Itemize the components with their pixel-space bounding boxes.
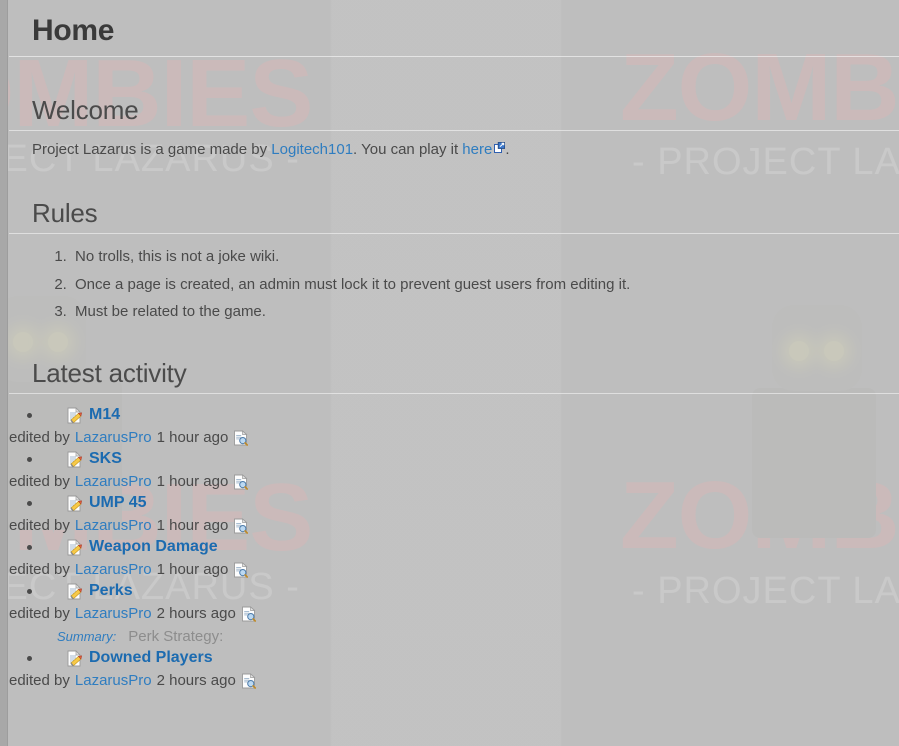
edit-document-pencil-icon <box>66 538 83 556</box>
activity-page-link[interactable]: M14 <box>89 406 120 424</box>
activity-timestamp: 1 hour ago <box>156 429 229 447</box>
edited-by-label: edited by <box>9 672 70 690</box>
bullet-marker <box>27 457 32 463</box>
list-item: Downed Players edited by LazarusPro 2 ho… <box>9 647 899 689</box>
summary-text: Perk Strategy: <box>128 628 224 646</box>
activity-summary: Summary: Perk Strategy: <box>47 622 899 645</box>
list-item: UMP 45 edited by LazarusPro 1 hour ago <box>9 492 899 534</box>
bullet-marker <box>27 589 32 595</box>
edit-document-pencil-icon <box>66 450 83 468</box>
activity-timestamp: 1 hour ago <box>156 473 229 491</box>
activity-title-row: UMP 45 <box>47 492 899 512</box>
edit-document-pencil-icon <box>66 406 83 424</box>
section-heading-latest-activity: Latest activity <box>32 358 187 389</box>
section-heading-rules: Rules <box>32 198 98 229</box>
activity-page-link[interactable]: Downed Players <box>89 649 213 667</box>
bullet-marker <box>27 656 32 662</box>
activity-meta: edited by LazarusPro 1 hour ago <box>9 424 899 446</box>
bullet-marker <box>27 545 32 551</box>
link-play-here[interactable]: here <box>462 141 492 158</box>
welcome-text-after: . <box>505 141 510 158</box>
activity-page-link[interactable]: Weapon Damage <box>89 538 218 556</box>
activity-meta: edited by LazarusPro 1 hour ago <box>9 556 899 578</box>
rule-item: No trolls, this is not a joke wiki. <box>71 246 899 273</box>
page-left-edge <box>0 0 8 746</box>
list-item: Weapon Damage edited by LazarusPro 1 hou… <box>9 536 899 578</box>
activity-editor-link[interactable]: LazarusPro <box>75 605 152 622</box>
document-diff-magnifier-icon[interactable] <box>233 561 249 578</box>
rule-item: Must be related to the game. <box>71 301 899 328</box>
activity-page-link[interactable]: SKS <box>89 450 122 468</box>
edited-by-label: edited by <box>9 473 70 491</box>
activity-title-row: Downed Players <box>47 647 899 667</box>
activity-timestamp: 2 hours ago <box>156 605 236 623</box>
activity-editor-link[interactable]: LazarusPro <box>75 473 152 490</box>
welcome-text-before: Project Lazarus is a game made by <box>32 141 272 158</box>
rules-list: No trolls, this is not a joke wiki. Once… <box>9 234 899 328</box>
document-diff-magnifier-icon[interactable] <box>233 473 249 490</box>
edited-by-label: edited by <box>9 561 70 579</box>
activity-meta: edited by LazarusPro 1 hour ago <box>9 468 899 490</box>
document-diff-magnifier-icon[interactable] <box>241 672 256 689</box>
edited-by-label: edited by <box>9 605 70 623</box>
activity-title-row: Weapon Damage <box>47 536 899 556</box>
rule-item: Once a page is created, an admin must lo… <box>71 274 899 301</box>
activity-timestamp: 1 hour ago <box>156 517 229 535</box>
bullet-marker <box>27 501 32 507</box>
activity-title-row: M14 <box>47 404 899 424</box>
edit-document-pencil-icon <box>66 494 83 512</box>
activity-editor-link[interactable]: LazarusPro <box>75 429 152 446</box>
edit-document-pencil-icon <box>66 582 83 600</box>
welcome-text-middle: . You can play it <box>353 141 463 158</box>
document-diff-magnifier-icon[interactable] <box>233 517 249 534</box>
document-diff-magnifier-icon[interactable] <box>233 429 249 446</box>
article-content: Home Welcome Project Lazarus is a game m… <box>9 0 899 746</box>
activity-timestamp: 2 hours ago <box>156 672 236 690</box>
latest-activity-list: M14 edited by LazarusPro 1 hour ago SKS … <box>9 394 899 689</box>
section-heading-welcome: Welcome <box>32 95 139 125</box>
activity-meta: edited by LazarusPro 2 hours ago <box>9 600 899 622</box>
edited-by-label: edited by <box>9 429 70 447</box>
activity-editor-link[interactable]: LazarusPro <box>75 672 152 689</box>
activity-meta: edited by LazarusPro 1 hour ago <box>9 512 899 534</box>
external-link-icon <box>494 142 506 153</box>
list-item: Perks edited by LazarusPro 2 hours ago S… <box>9 580 899 645</box>
activity-editor-link[interactable]: LazarusPro <box>75 561 152 578</box>
bullet-marker <box>27 413 32 419</box>
document-diff-magnifier-icon[interactable] <box>241 605 256 622</box>
list-item: M14 edited by LazarusPro 1 hour ago <box>9 404 899 446</box>
activity-page-link[interactable]: UMP 45 <box>89 494 147 512</box>
activity-page-link[interactable]: Perks <box>89 582 133 600</box>
activity-timestamp: 1 hour ago <box>156 561 229 579</box>
activity-editor-link[interactable]: LazarusPro <box>75 517 152 534</box>
summary-label: Summary: <box>57 629 117 645</box>
edit-document-pencil-icon <box>66 649 83 667</box>
activity-title-row: SKS <box>47 448 899 468</box>
edited-by-label: edited by <box>9 517 70 535</box>
list-item: SKS edited by LazarusPro 1 hour ago <box>9 448 899 490</box>
link-author[interactable]: Logitech101 <box>271 141 353 158</box>
page-title: Home <box>32 14 115 47</box>
activity-title-row: Perks <box>47 580 899 600</box>
activity-meta: edited by LazarusPro 2 hours ago <box>9 667 899 689</box>
welcome-paragraph: Project Lazarus is a game made by Logite… <box>9 131 899 160</box>
